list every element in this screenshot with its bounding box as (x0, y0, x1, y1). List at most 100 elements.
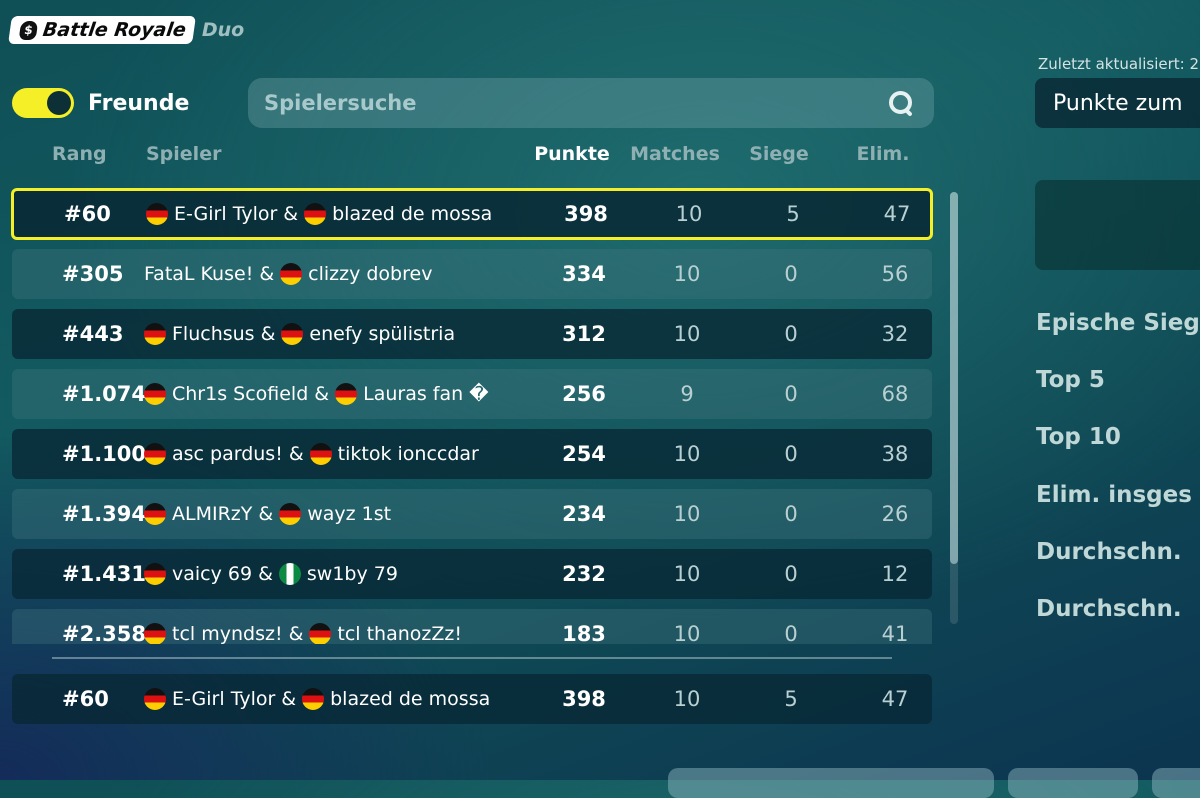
bottom-button-3[interactable] (1152, 768, 1200, 798)
germany-flag-icon (280, 263, 303, 285)
leaderboard-row[interactable]: #1.074 Chr1s Scofield & Lauras fan � 256 9 0 68 (12, 369, 932, 419)
player-2-name: clizzy dobrev (308, 263, 433, 285)
mode-pill: $ Battle Royale (8, 16, 196, 44)
row-rank: #1.394 (62, 502, 147, 526)
player-search-input[interactable]: Spielersuche (248, 78, 934, 128)
stat-label-average-2: Durchschn. (1036, 596, 1182, 622)
row-wins: 0 (784, 382, 798, 406)
germany-flag-icon (144, 323, 166, 345)
row-elims: 47 (881, 687, 909, 711)
stat-label-total-elims: Elim. insges (1036, 482, 1192, 508)
bottom-button-1[interactable] (668, 768, 994, 798)
player-2-name: tcl thanozZz! (337, 623, 462, 644)
scroll-thumb[interactable] (950, 192, 958, 564)
player-1-name: tcl myndsz! (172, 623, 283, 644)
row-players: ALMIRzY & wayz 1st (144, 503, 391, 525)
player-2-name: blazed de mossa (332, 203, 493, 225)
leaderboard-row[interactable]: #60 E-Girl Tylor & blazed de mossa 398 10 5 47 (11, 188, 933, 240)
leaderboard-list: #60 E-Girl Tylor & blazed de mossa 398 10 5 47 #… (0, 188, 945, 644)
row-rank: #1.100 (62, 442, 147, 466)
germany-flag-icon (309, 443, 332, 465)
row-elims: 68 (881, 382, 909, 406)
leaderboard-row[interactable]: #443 Fluchsus & enefy spülistria 312 10 0 32 (12, 309, 932, 359)
row-players: Fluchsus & enefy spülistria (144, 323, 455, 345)
column-matches[interactable]: Matches (620, 143, 730, 165)
row-players: vaicy 69 & sw1by 79 (144, 563, 398, 585)
germany-flag-icon (309, 623, 332, 644)
row-matches: 10 (673, 687, 701, 711)
player-1-name: FataL Kuse! (144, 263, 254, 285)
germany-flag-icon (144, 623, 166, 644)
mode-subtitle: Duo (201, 19, 245, 41)
stat-label-top5: Top 5 (1036, 367, 1105, 393)
row-matches: 10 (673, 442, 701, 466)
row-matches: 10 (673, 622, 701, 644)
nigeria-flag-icon (278, 563, 301, 585)
leaderboard-row[interactable]: #1.394 ALMIRzY & wayz 1st 234 10 0 26 (12, 489, 932, 539)
friends-toggle[interactable] (12, 88, 74, 118)
player-1-name: Chr1s Scofield (172, 383, 309, 405)
player-2-name: enefy spülistria (309, 323, 456, 345)
row-wins: 0 (784, 502, 798, 526)
player-1-name: E-Girl Tylor (174, 203, 278, 225)
germany-flag-icon (146, 203, 168, 225)
friends-label: Freunde (88, 90, 190, 116)
germany-flag-icon (304, 203, 327, 225)
pinned-own-row[interactable]: #60 E-Girl Tylor & blazed de mossa 398 10 5 47 (12, 674, 932, 724)
stat-label-top10: Top 10 (1036, 424, 1121, 450)
leaderboard-row[interactable]: #2.358 tcl myndsz! & tcl thanozZz! 183 10 0 41 (12, 609, 932, 644)
row-rank: #443 (62, 322, 124, 346)
ampersand: & (258, 503, 274, 525)
row-points: 234 (562, 502, 606, 526)
row-points: 254 (562, 442, 606, 466)
player-1-name: ALMIRzY (172, 503, 253, 525)
column-points[interactable]: Punkte (522, 143, 622, 165)
row-matches: 10 (673, 562, 701, 586)
row-rank: #60 (64, 202, 111, 226)
row-wins: 0 (784, 442, 798, 466)
bottom-button-2[interactable] (1008, 768, 1138, 798)
row-wins: 5 (784, 687, 798, 711)
player-2-name: sw1by 79 (306, 563, 398, 585)
leaderboard-row[interactable]: #305 FataL Kuse! & clizzy dobrev 334 10 0 56 (12, 249, 932, 299)
row-rank: #1.074 (62, 382, 147, 406)
row-players: FataL Kuse! & clizzy dobrev (144, 263, 432, 285)
column-wins[interactable]: Siege (739, 143, 819, 165)
ampersand: & (288, 443, 304, 465)
player-2-name: wayz 1st (307, 503, 392, 525)
friends-toggle-row: Freunde (12, 88, 189, 118)
germany-flag-icon (302, 688, 325, 710)
search-placeholder: Spielersuche (264, 91, 417, 115)
germany-flag-icon (144, 443, 166, 465)
row-wins: 0 (784, 322, 798, 346)
germany-flag-icon (281, 323, 304, 345)
leaderboard-row[interactable]: #1.431 vaicy 69 & sw1by 79 232 10 0 12 (12, 549, 932, 599)
row-points: 232 (562, 562, 606, 586)
germany-flag-icon (144, 383, 166, 405)
ampersand: & (314, 383, 330, 405)
sort-dropdown[interactable]: Punkte zum (1035, 78, 1200, 128)
ampersand: & (288, 623, 304, 644)
germany-flag-icon (144, 563, 166, 585)
row-elims: 26 (881, 502, 909, 526)
row-points: 183 (562, 622, 606, 644)
ampersand: & (258, 563, 273, 585)
row-points: 256 (562, 382, 606, 406)
row-elims: 32 (881, 322, 909, 346)
player-1-name: E-Girl Tylor (172, 688, 276, 710)
search-icon[interactable] (888, 90, 914, 117)
row-wins: 0 (784, 262, 798, 286)
row-wins: 0 (784, 562, 798, 586)
germany-flag-icon (279, 503, 302, 525)
money-bag-icon: $ (18, 20, 39, 40)
leaderboard-row[interactable]: #1.100 asc pardus! & tiktok ionccdar 254 10 0 3… (12, 429, 932, 479)
row-players: asc pardus! & tiktok ionccdar (144, 443, 479, 465)
row-wins: 5 (786, 202, 800, 226)
stat-label-epic-wins: Epische Sieg (1036, 310, 1200, 336)
row-elims: 38 (881, 442, 909, 466)
scrollbar[interactable] (950, 192, 958, 624)
row-rank: #60 (62, 687, 109, 711)
row-points: 398 (564, 202, 608, 226)
column-elims[interactable]: Elim. (843, 143, 923, 165)
sort-dropdown-value: Punkte zum (1053, 90, 1183, 116)
